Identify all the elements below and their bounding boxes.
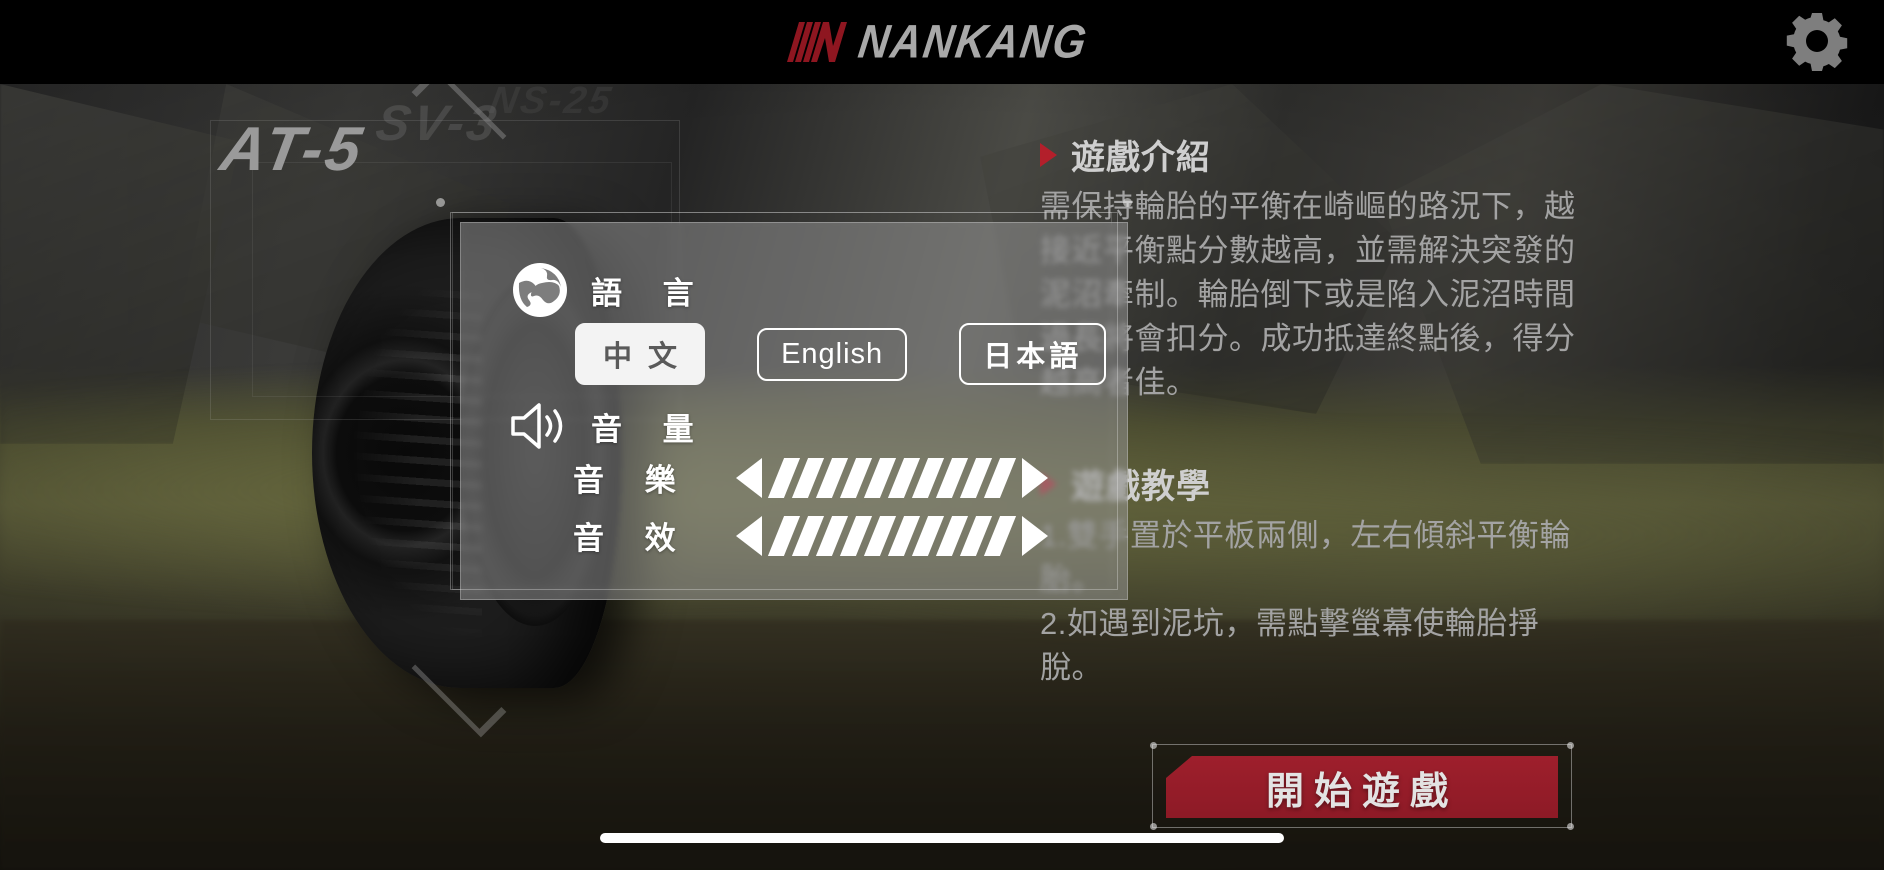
speaker-icon (509, 395, 571, 457)
music-volume-row: 音 樂 (573, 455, 1048, 500)
frame-corner-dot (1567, 742, 1574, 749)
frame-corner-dot (436, 198, 445, 207)
sfx-volume-row: 音 效 (573, 513, 1048, 558)
tire-model-carousel[interactable]: NS-25 SV-3 AT-5 (212, 80, 732, 218)
left-triangle-icon[interactable] (735, 515, 762, 556)
nankang-logo: NANKANG (785, 15, 1092, 68)
left-triangle-icon[interactable] (735, 457, 762, 498)
start-button-surface[interactable]: 開始遊戲 (1166, 756, 1558, 818)
music-volume-slider[interactable] (735, 457, 1048, 498)
frame-corner-dot (1150, 742, 1157, 749)
nankang-wordmark: NANKANG (855, 15, 1092, 68)
frame-corner-dot (1567, 823, 1574, 830)
red-triangle-icon (1040, 142, 1057, 167)
frame-corner-dot (1123, 198, 1132, 207)
gear-icon[interactable] (1784, 9, 1850, 75)
frame-corner-dot (1150, 823, 1157, 830)
right-triangle-icon[interactable] (1021, 457, 1048, 498)
volume-setting-row: 音 量 (509, 395, 710, 457)
start-button-label: 開始遊戲 (1265, 770, 1458, 813)
music-label: 音 樂 (573, 463, 692, 498)
game-intro-heading: 遊戲介紹 (1040, 130, 1590, 179)
language-setting-row: 語 言 (509, 259, 710, 321)
home-indicator-bar (600, 833, 1284, 843)
language-option-english[interactable]: English (757, 327, 908, 381)
tire-model-back[interactable]: NS-25 (486, 80, 617, 123)
volume-label: 音 量 (591, 411, 710, 447)
language-option-chinese[interactable]: 中 文 (575, 323, 706, 385)
language-option-japanese[interactable]: 日本語 (959, 323, 1107, 385)
language-options: 中 文 English 日本語 (575, 323, 1107, 385)
game-tutorial-step-2: 2.如遇到泥坑，需點擊螢幕使輪胎掙脫。 (1040, 606, 1540, 686)
tire-model-middle[interactable]: SV-3 (372, 94, 504, 152)
sfx-volume-slider[interactable] (735, 515, 1048, 556)
game-screen: NS-25 SV-3 AT-5 遊戲介紹 需保持輪胎的平衡在崎嶇的路況下，越接近… (0, 0, 1884, 870)
music-volume-bars[interactable] (767, 457, 1016, 498)
tire-model-front[interactable]: AT-5 (215, 114, 370, 185)
game-intro-title: 遊戲介紹 (1071, 139, 1211, 177)
nankang-n-logo-icon (785, 20, 849, 64)
top-bar: NANKANG (0, 0, 1884, 84)
sfx-label: 音 效 (573, 521, 692, 556)
sfx-volume-bars[interactable] (767, 515, 1016, 556)
right-triangle-icon[interactable] (1021, 515, 1048, 556)
settings-dialog: 語 言 中 文 English 日本語 音 量 音 樂 音 效 (436, 198, 1132, 600)
language-label: 語 言 (591, 275, 710, 311)
start-game-button[interactable]: 開始遊戲 (1150, 742, 1574, 830)
globe-icon (509, 259, 571, 321)
